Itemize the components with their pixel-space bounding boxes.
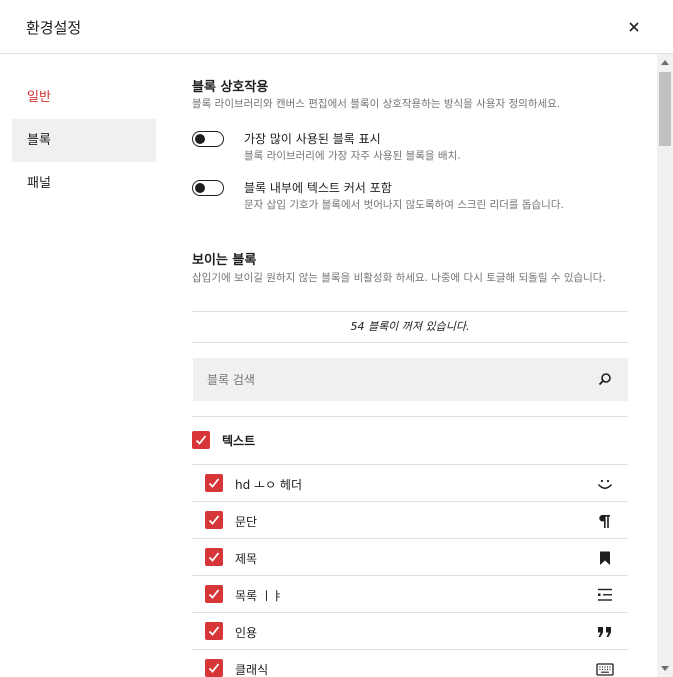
option-help: 블록 라이브러리에 가장 자주 사용된 블록을 배치. bbox=[244, 150, 461, 162]
smile-icon bbox=[597, 479, 613, 489]
most-used-blocks-toggle[interactable] bbox=[192, 131, 224, 147]
divider bbox=[192, 416, 628, 417]
section-title-visible-blocks: 보이는 블록 bbox=[192, 253, 257, 268]
block-checkbox[interactable] bbox=[205, 511, 223, 529]
category-text: 텍스트 bbox=[192, 428, 628, 452]
search-input[interactable] bbox=[193, 358, 583, 401]
checkmark-icon bbox=[195, 435, 207, 445]
block-label: 목록 ㅣㅑ bbox=[235, 589, 283, 603]
keep-caret-inside-toggle[interactable] bbox=[192, 180, 224, 196]
search-icon[interactable] bbox=[598, 372, 612, 386]
scroll-up-arrow-icon[interactable] bbox=[661, 60, 669, 65]
category-label: 텍스트 bbox=[222, 434, 256, 448]
paragraph-icon bbox=[599, 515, 610, 528]
block-label: 제목 bbox=[235, 552, 258, 566]
bookmark-icon bbox=[600, 551, 610, 565]
modal-header: 환경설정 bbox=[0, 0, 673, 54]
block-checkbox[interactable] bbox=[205, 474, 223, 492]
preferences-content: 블록 상호작용 블록 라이브러리와 캔버스 편집에서 블록이 상호작용하는 방식… bbox=[192, 54, 628, 677]
block-label: 문단 bbox=[235, 515, 258, 529]
list-item: hd ㅗㅇ 헤더 bbox=[192, 464, 628, 501]
block-checkbox[interactable] bbox=[205, 659, 223, 677]
toggle-knob bbox=[195, 182, 205, 193]
hidden-blocks-count: 54 블록이 꺼져 있습니다. bbox=[192, 311, 628, 343]
block-label: hd ㅗㅇ 헤더 bbox=[235, 478, 303, 492]
sidebar-item-blocks[interactable]: 블록 bbox=[12, 119, 156, 162]
sidebar-item-general[interactable]: 일반 bbox=[12, 76, 156, 119]
close-icon bbox=[629, 22, 639, 32]
block-label: 인용 bbox=[235, 626, 258, 640]
block-label: 클래식 bbox=[235, 663, 269, 677]
scroll-down-arrow-icon[interactable] bbox=[661, 666, 669, 671]
list-item: 클래식 bbox=[192, 649, 628, 677]
list-item: 문단 bbox=[192, 501, 628, 538]
list-item: 제목 bbox=[192, 538, 628, 575]
section-description-visible-blocks: 삽입기에 보이길 원하지 않는 블록을 비활성화 하세요. 나중에 다시 토글해… bbox=[192, 272, 606, 284]
checkmark-icon bbox=[208, 552, 220, 562]
block-checkbox[interactable] bbox=[205, 622, 223, 640]
checkmark-icon bbox=[208, 626, 220, 636]
keyboard-icon bbox=[596, 663, 614, 676]
checkmark-icon bbox=[208, 663, 220, 673]
block-checkbox[interactable] bbox=[205, 585, 223, 603]
sidebar-item-panels[interactable]: 패널 bbox=[12, 162, 156, 205]
block-search bbox=[193, 358, 628, 401]
scrollbar[interactable] bbox=[657, 54, 673, 677]
block-checkbox[interactable] bbox=[205, 548, 223, 566]
toggle-knob bbox=[195, 133, 205, 144]
scroll-thumb[interactable] bbox=[659, 72, 671, 146]
category-checkbox[interactable] bbox=[192, 431, 210, 449]
checkmark-icon bbox=[208, 515, 220, 525]
option-label: 가장 많이 사용된 블록 표시 bbox=[244, 132, 381, 146]
section-description-interaction: 블록 라이브러리와 캔버스 편집에서 블록이 상호작용하는 방식을 사용자 정의… bbox=[192, 98, 561, 110]
option-most-used-blocks: 가장 많이 사용된 블록 표시 블록 라이브러리에 가장 자주 사용된 블록을 … bbox=[192, 131, 628, 171]
close-button[interactable] bbox=[624, 17, 644, 37]
block-list: hd ㅗㅇ 헤더 문단 제목 목록 ㅣㅑ 인용 클래식 bbox=[192, 464, 628, 677]
checkmark-icon bbox=[208, 589, 220, 599]
list-item: 목록 ㅣㅑ bbox=[192, 575, 628, 612]
section-title-interaction: 블록 상호작용 bbox=[192, 80, 269, 95]
modal-title: 환경설정 bbox=[26, 19, 82, 37]
option-label: 블록 내부에 텍스트 커서 포함 bbox=[244, 181, 392, 195]
list-icon bbox=[598, 588, 612, 601]
sidebar: 일반 블록 패널 bbox=[12, 76, 156, 205]
option-keep-caret-inside: 블록 내부에 텍스트 커서 포함 문자 삽입 기호가 블록에서 벗어나지 않도록… bbox=[192, 180, 628, 220]
quote-icon bbox=[598, 627, 611, 637]
option-help: 문자 삽입 기호가 블록에서 벗어나지 않도록하여 스크린 리더를 돕습니다. bbox=[244, 199, 564, 211]
checkmark-icon bbox=[208, 478, 220, 488]
list-item: 인용 bbox=[192, 612, 628, 649]
